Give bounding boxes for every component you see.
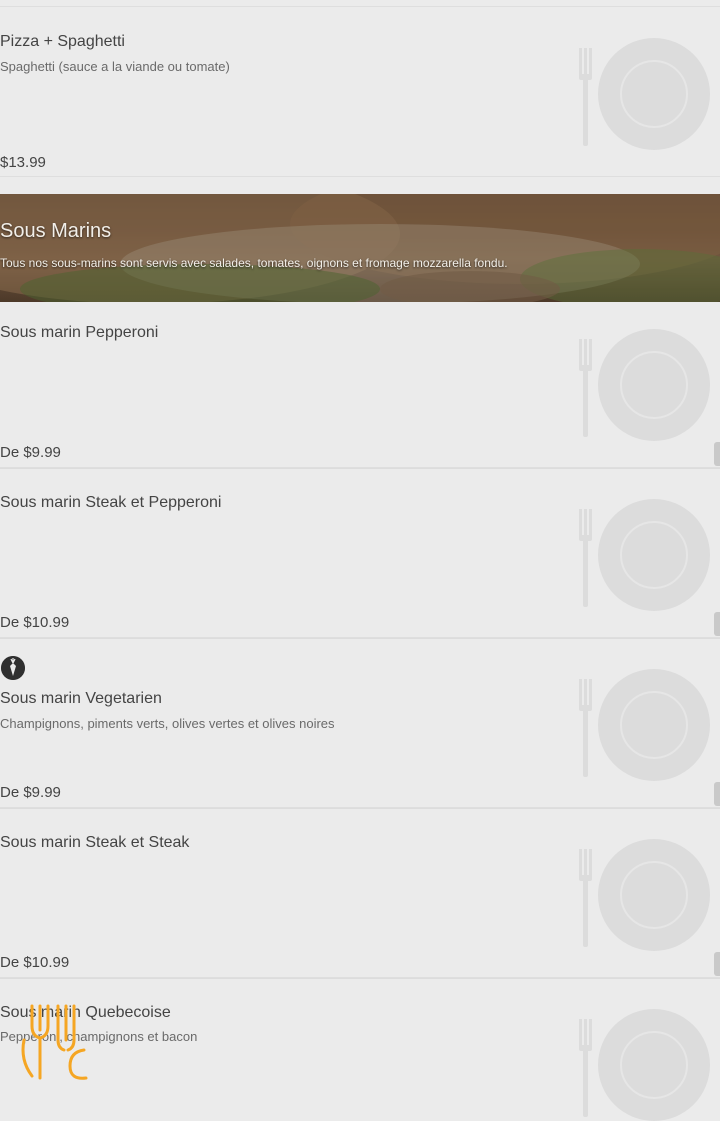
divider (0, 978, 720, 979)
add-tab[interactable] (714, 782, 720, 806)
divider (0, 468, 720, 469)
item-name: Pizza + Spaghetti (0, 33, 125, 50)
item-price: De $9.99 (0, 784, 61, 801)
menu-item-quebecoise[interactable]: Sous marin Quebecoise Pepperoni, champig… (0, 989, 720, 1121)
item-name: Sous marin Vegetarien (0, 690, 162, 707)
item-name: Sous marin Steak et Pepperoni (0, 494, 222, 511)
item-price: De $10.99 (0, 614, 70, 631)
plate-fork-icon (579, 38, 710, 150)
item-name: Sous marin Steak et Steak (0, 834, 190, 851)
item-description: Spaghetti (sauce a la viande ou tomate) (0, 59, 230, 74)
section-banner-sous-marins: Sous Marins Tous nos sous-marins sont se… (0, 194, 720, 302)
add-tab[interactable] (714, 442, 720, 466)
menu-item-pizza-spaghetti[interactable]: Pizza + Spaghetti Spaghetti (sauce a la … (0, 18, 720, 177)
menu-item-steak-pepperoni[interactable]: Sous marin Steak et Pepperoni De $10.99 (0, 479, 720, 638)
add-tab[interactable] (714, 612, 720, 636)
add-tab[interactable] (714, 952, 720, 976)
menu-item-vegetarien[interactable]: Sous marin Vegetarien Champignons, pimen… (0, 649, 720, 808)
plate-fork-icon (579, 839, 710, 951)
item-description: Champignons, piments verts, olives verte… (0, 716, 335, 731)
item-name: Sous marin Pepperoni (0, 324, 159, 341)
plate-fork-icon (579, 499, 710, 611)
fork-logo-icon[interactable] (18, 1000, 90, 1084)
menu-item-pepperoni[interactable]: Sous marin Pepperoni De $9.99 (0, 309, 720, 468)
divider (0, 638, 720, 639)
item-price: $13.99 (0, 154, 46, 171)
previous-item-edge (0, 0, 720, 7)
section-title: Sous Marins (0, 220, 112, 242)
plate-fork-icon (579, 669, 710, 781)
item-price: De $10.99 (0, 954, 70, 971)
item-price: De $9.99 (0, 444, 61, 461)
carrot-icon (1, 656, 25, 680)
plate-fork-icon (579, 1009, 710, 1121)
divider (0, 808, 720, 809)
plate-fork-icon (579, 329, 710, 441)
section-description: Tous nos sous-marins sont servis avec sa… (0, 256, 508, 270)
sandwich-background-image (0, 194, 720, 302)
menu-item-steak-steak[interactable]: Sous marin Steak et Steak De $10.99 (0, 819, 720, 978)
